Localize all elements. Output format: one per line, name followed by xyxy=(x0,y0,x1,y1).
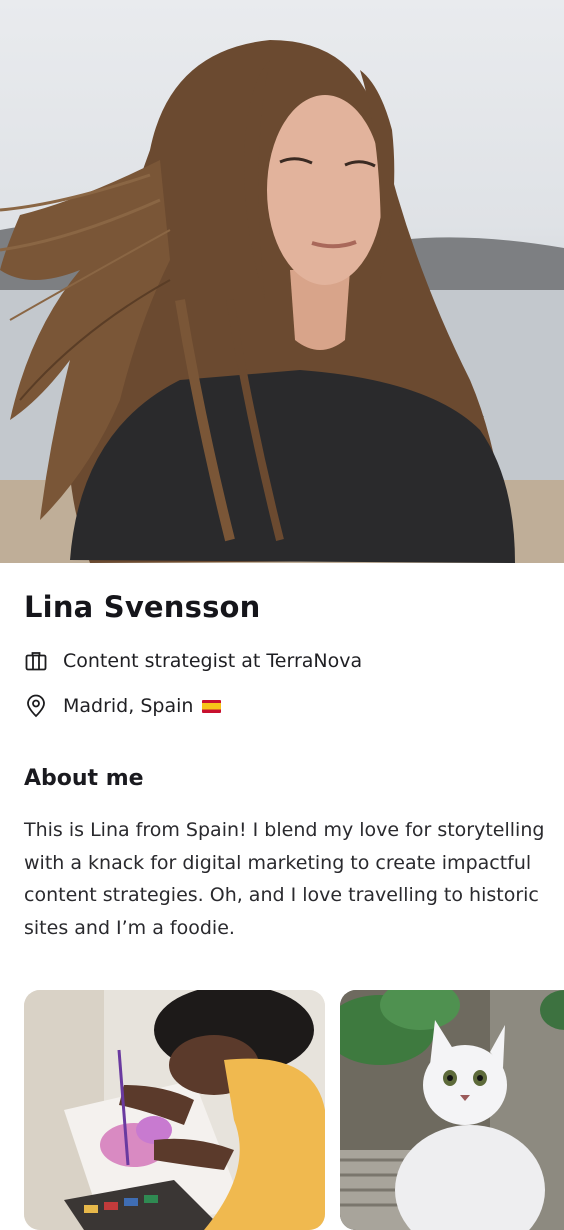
location-text: Madrid, Spain xyxy=(63,695,194,717)
photo-card-painting[interactable] xyxy=(24,990,325,1230)
profile-photo xyxy=(0,0,564,563)
spain-flag-icon xyxy=(202,699,222,713)
job-row: Content strategist at TerraNova xyxy=(24,646,362,676)
photo-card-cat[interactable] xyxy=(340,990,564,1230)
location-row: Madrid, Spain xyxy=(24,691,222,721)
about-title: About me xyxy=(24,766,144,791)
profile-name: Lina Svensson xyxy=(24,590,261,624)
briefcase-icon xyxy=(24,649,48,673)
job-title: Content strategist at TerraNova xyxy=(63,650,363,672)
location-pin-icon xyxy=(24,694,48,718)
about-body: This is Lina from Spain! I blend my love… xyxy=(24,819,545,940)
